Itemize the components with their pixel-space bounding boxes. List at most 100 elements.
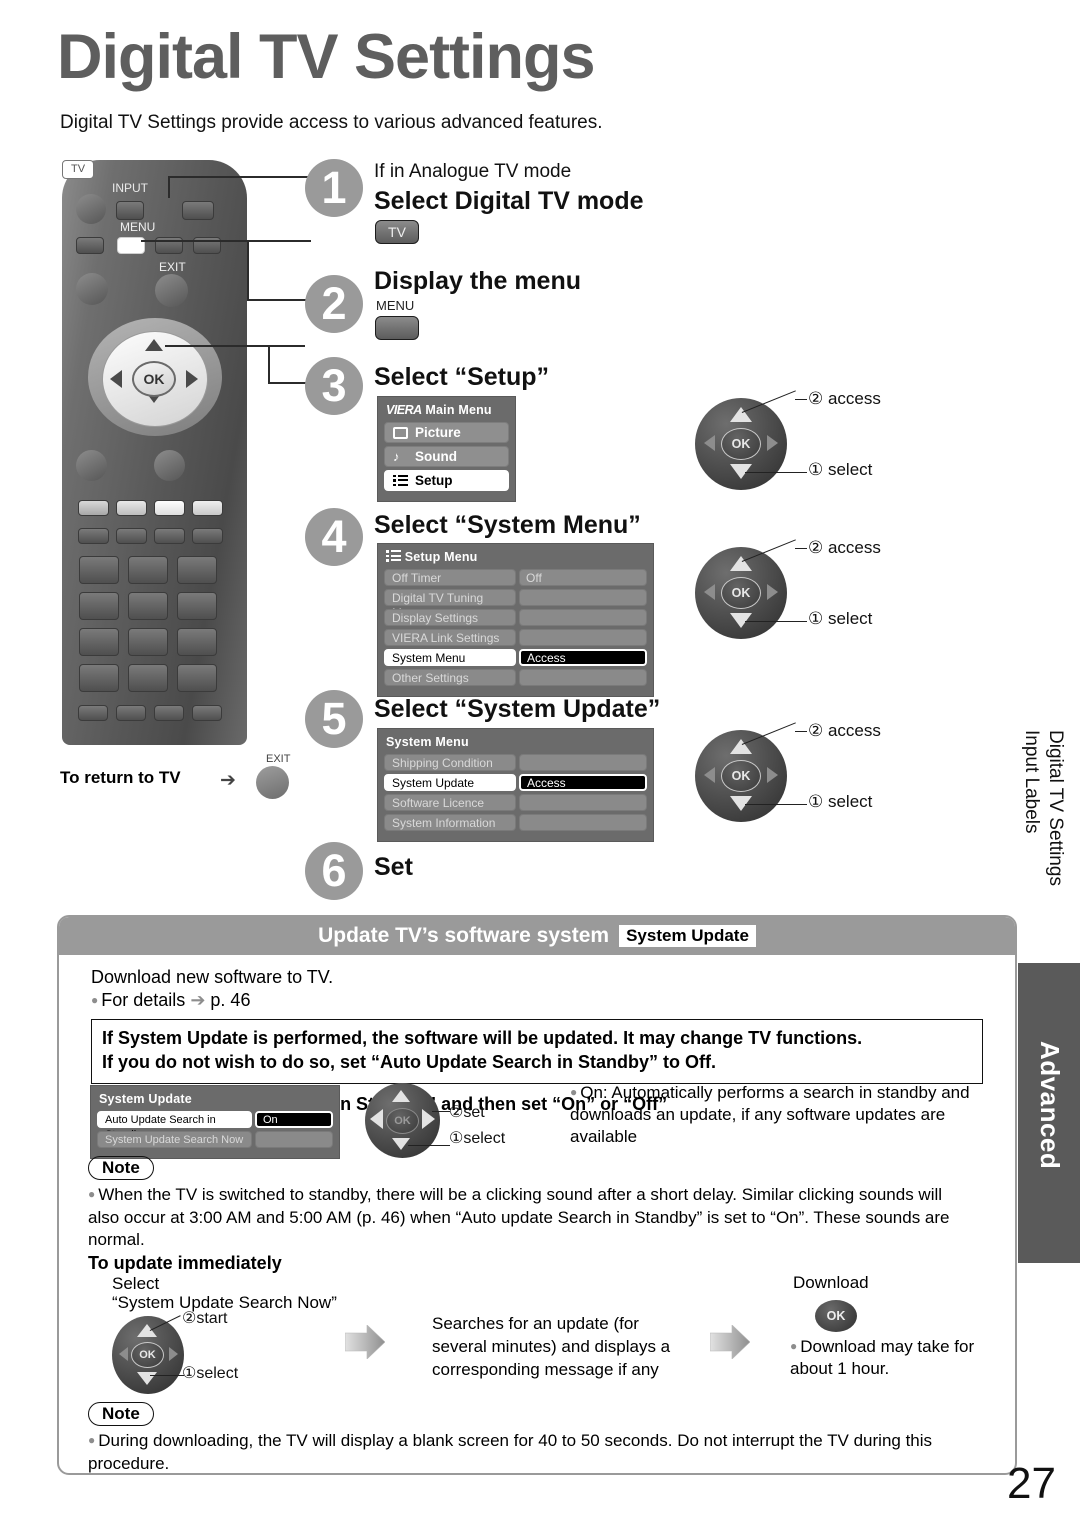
system-update-row-auto-search[interactable]: Auto Update Search in Standby On (97, 1111, 333, 1141)
setup-menu-row[interactable]: Display Settings (384, 609, 647, 626)
setup-menu-row[interactable]: VIERA Link Settings (384, 629, 647, 646)
ok-button-icon: OK (386, 1108, 419, 1134)
left-arrow-icon (370, 1109, 383, 1129)
remote-tv-button: TV (62, 160, 94, 179)
manual-page: Digital TV Settings Digital TV Settings … (0, 0, 1080, 1527)
ok-button-icon: OK (815, 1300, 857, 1332)
callout-line-menu-stem (247, 240, 249, 300)
system-menu-row[interactable]: Shipping Condition (384, 754, 647, 771)
system-update-row-search-now[interactable]: System Update Search Now (97, 1131, 333, 1148)
numeric-button (79, 556, 119, 584)
setup-menu-row-system-menu[interactable]: System Menu Access (384, 649, 647, 666)
setup-menu-row[interactable]: Other Settings (384, 669, 647, 686)
system-menu-row[interactable]: Software Licence (384, 794, 647, 811)
flow-step3-note: Download may take for about 1 hour. (790, 1336, 990, 1380)
list-icon (393, 474, 408, 487)
note-tag: Note (88, 1156, 154, 1180)
page-title: Digital TV Settings (57, 22, 596, 92)
remote-button (154, 705, 184, 721)
note-2-tag-wrapper: Note (88, 1402, 154, 1426)
navpad-access-label-1: ② access (808, 389, 881, 408)
step-number-1: 1 (305, 159, 363, 217)
remote-button (76, 273, 108, 305)
input-label: INPUT (112, 181, 148, 195)
remote-exit-button (155, 274, 188, 307)
for-details-line: For details ➔ p. 46 (91, 990, 983, 1011)
system-update-osd: System Update Auto Update Search in Stan… (90, 1085, 340, 1159)
callout-line-tv (170, 176, 310, 178)
numeric-button (128, 556, 168, 584)
arrow-right-icon: ➔ (220, 770, 236, 791)
system-menu-row-system-update[interactable]: System Update Access (384, 774, 647, 791)
down-arrow-icon (137, 1372, 157, 1385)
row-key: System Update (384, 774, 516, 791)
navpad-select-label-1: ① select (808, 460, 873, 479)
numeric-button (79, 592, 119, 620)
ok-button-icon: OK (721, 577, 761, 609)
warning-box: If System Update is performed, the softw… (91, 1019, 983, 1084)
row-key: Display Settings (384, 609, 516, 626)
sidebar-section-advanced[interactable]: Advanced (1018, 963, 1080, 1263)
ok-button-icon: OK (721, 428, 761, 460)
numeric-button (128, 664, 168, 692)
main-menu-item-sound[interactable]: ♪ Sound (384, 446, 509, 467)
step-number-2: 2 (305, 275, 363, 333)
step-6-heading: Set (374, 853, 413, 881)
bullet-icon (790, 1337, 800, 1356)
main-menu-item-picture[interactable]: Picture (384, 422, 509, 443)
remote-button (192, 528, 223, 544)
up-arrow-icon (145, 339, 163, 351)
row-value: Access (519, 774, 647, 791)
on-description: On: Automatically performs a search in s… (570, 1082, 990, 1148)
sidebar-tab-digital-tv-settings[interactable]: Digital TV Settings (1044, 730, 1066, 886)
numeric-button (79, 628, 119, 656)
step-number-3: 3 (305, 357, 363, 415)
row-key: Off Timer (384, 569, 516, 586)
numeric-button (79, 664, 119, 692)
row-value (519, 609, 647, 626)
exit-button-icon (256, 766, 289, 799)
row-key: Digital TV Tuning Menu (384, 589, 516, 620)
return-to-tv-row: To return to TV ➔ EXIT (60, 753, 320, 800)
navpad-access-label-3: ② access (808, 721, 881, 740)
step-3-heading: Select “Setup” (374, 363, 550, 391)
right-arrow-icon (767, 584, 778, 600)
down-arrow-icon (392, 1138, 410, 1150)
flow-step2-text: Searches for an update (for several minu… (432, 1314, 671, 1379)
system-menu-row[interactable]: System Information (384, 814, 647, 831)
remote-button (116, 528, 147, 544)
navpad-set-label: ②set (449, 1104, 485, 1121)
right-arrow-icon (767, 767, 778, 783)
setup-menu-row[interactable]: Off Timer Off (384, 569, 647, 586)
row-value: Access (519, 649, 647, 666)
row-key: System Update Search Now (97, 1131, 252, 1148)
main-menu-item-label: Picture (415, 425, 461, 440)
note-1-body: When the TV is switched to standby, ther… (88, 1184, 968, 1252)
callout-line-ok (165, 345, 305, 347)
sidebar-tab-input-labels[interactable]: Input Labels (1020, 730, 1042, 834)
row-value: On (255, 1111, 333, 1128)
main-menu-title: VIERA Main Menu (386, 403, 509, 417)
main-menu-osd: VIERA Main Menu Picture ♪ Sound Setup (377, 396, 516, 502)
page-reference: p. 46 (210, 990, 251, 1010)
main-menu-item-setup[interactable]: Setup (384, 470, 509, 491)
note-1-tag-wrapper: Note (88, 1156, 154, 1180)
step-4-heading: Select “System Menu” (374, 511, 641, 539)
flow-start-label: ②start (182, 1310, 228, 1327)
flow-step3-note-text: Download may take for about 1 hour. (790, 1337, 975, 1379)
navpad-select-label-3: ① select (808, 792, 873, 811)
ok-button-icon: OK (721, 760, 761, 792)
row-value (519, 669, 647, 686)
colour-button-blue (192, 500, 223, 516)
remote-button (192, 705, 222, 721)
colour-button-green (116, 500, 147, 516)
remote-button (76, 450, 107, 481)
row-key: System Menu (384, 649, 516, 666)
setup-menu-row[interactable]: Digital TV Tuning Menu (384, 589, 647, 620)
viera-logo: VIERA (386, 403, 422, 417)
power-button (76, 194, 106, 224)
up-arrow-icon (137, 1324, 157, 1337)
system-menu-title: System Menu (386, 735, 469, 749)
remote-button (78, 705, 108, 721)
leader-line (795, 731, 807, 733)
